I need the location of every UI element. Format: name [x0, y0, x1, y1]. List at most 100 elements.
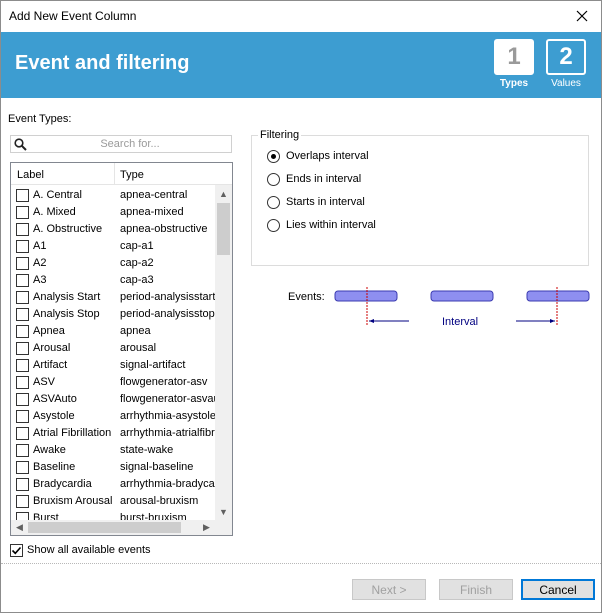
- event-checkbox[interactable]: [16, 444, 29, 457]
- list-item[interactable]: ASV flowgenerator-asv: [11, 374, 215, 391]
- step-types[interactable]: 1 Types: [494, 39, 534, 89]
- event-type: burst-bruxism: [120, 512, 187, 520]
- list-header: Label Type: [11, 163, 232, 185]
- event-label: Burst: [33, 512, 59, 520]
- event-checkbox[interactable]: [16, 342, 29, 355]
- event-label: Apnea: [33, 325, 65, 337]
- radio-label: Overlaps interval: [286, 150, 369, 162]
- list-item[interactable]: Baseline signal-baseline: [11, 459, 215, 476]
- list-item[interactable]: A3 cap-a3: [11, 272, 215, 289]
- close-button[interactable]: [569, 4, 595, 28]
- search-icon: [14, 138, 27, 151]
- list-item[interactable]: Arousal arousal: [11, 340, 215, 357]
- list-item[interactable]: Artifact signal-artifact: [11, 357, 215, 374]
- step-label: Values: [551, 78, 581, 89]
- list-item[interactable]: A. Central apnea-central: [11, 187, 215, 204]
- event-checkbox[interactable]: [16, 257, 29, 270]
- event-checkbox[interactable]: [16, 274, 29, 287]
- scrollbar-corner: [215, 520, 232, 535]
- event-type: arousal-bruxism: [120, 495, 199, 507]
- event-type: apnea-obstructive: [120, 223, 208, 235]
- event-label: A. Central: [33, 189, 82, 201]
- list-item[interactable]: A. Mixed apnea-mixed: [11, 204, 215, 221]
- show-all-checkbox[interactable]: [10, 544, 23, 557]
- event-label: A1: [33, 240, 47, 252]
- event-label: Bradycardia: [33, 478, 92, 490]
- event-checkbox[interactable]: [16, 410, 29, 423]
- column-header-label[interactable]: Label: [17, 169, 44, 181]
- step-number: 2: [546, 39, 586, 75]
- event-checkbox[interactable]: [16, 478, 29, 491]
- event-checkbox[interactable]: [16, 206, 29, 219]
- list-item[interactable]: Analysis Stop period-analysisstop: [11, 306, 215, 323]
- event-checkbox[interactable]: [16, 495, 29, 508]
- close-icon: [576, 10, 588, 22]
- list-item[interactable]: A1 cap-a1: [11, 238, 215, 255]
- event-checkbox[interactable]: [16, 240, 29, 253]
- event-label: A. Obstructive: [33, 223, 103, 235]
- radio-button[interactable]: [267, 173, 280, 186]
- scroll-right-icon[interactable]: ▶: [198, 520, 215, 535]
- event-checkbox[interactable]: [16, 512, 29, 520]
- list-item[interactable]: Asystole arrhythmia-asystole: [11, 408, 215, 425]
- list-item[interactable]: Bruxism Arousal arousal-bruxism: [11, 493, 215, 510]
- event-label: A. Mixed: [33, 206, 76, 218]
- events-label: Events:: [288, 291, 325, 303]
- event-checkbox[interactable]: [16, 393, 29, 406]
- column-separator[interactable]: [114, 163, 115, 185]
- scroll-thumb[interactable]: [217, 203, 230, 255]
- scroll-down-icon[interactable]: ▼: [215, 503, 232, 520]
- event-label: Artifact: [33, 359, 68, 371]
- footer-divider: [1, 563, 601, 564]
- vertical-scrollbar[interactable]: ▲ ▼: [215, 185, 232, 520]
- list-item[interactable]: Burst burst-bruxism: [11, 510, 215, 520]
- list-item[interactable]: Awake state-wake: [11, 442, 215, 459]
- scroll-thumb[interactable]: [28, 522, 181, 533]
- radio-label: Ends in interval: [286, 173, 362, 185]
- event-checkbox[interactable]: [16, 189, 29, 202]
- list-item[interactable]: Atrial Fibrillation arrhythmia-atrialfibr…: [11, 425, 215, 442]
- list-item[interactable]: ASVAuto flowgenerator-asvauto: [11, 391, 215, 408]
- scroll-left-icon[interactable]: ◀: [11, 520, 28, 535]
- event-label: Arousal: [33, 342, 71, 354]
- list-item[interactable]: Analysis Start period-analysisstart: [11, 289, 215, 306]
- radio-button[interactable]: [267, 196, 280, 209]
- cancel-button[interactable]: Cancel: [521, 579, 595, 600]
- event-checkbox[interactable]: [16, 359, 29, 372]
- event-checkbox[interactable]: [16, 461, 29, 474]
- event-type: cap-a3: [120, 274, 154, 286]
- event-label: ASVAuto: [33, 393, 77, 405]
- event-checkbox[interactable]: [16, 427, 29, 440]
- event-type: signal-baseline: [120, 461, 194, 473]
- event-bar: [526, 290, 590, 302]
- dialog-window: Add New Event Column Event and filtering…: [0, 0, 602, 613]
- event-types-list[interactable]: Label Type A. Central apnea-central A. Mix…: [10, 162, 233, 536]
- search-box[interactable]: [10, 135, 232, 153]
- step-values[interactable]: 2 Values: [546, 39, 586, 89]
- radio-button[interactable]: [267, 219, 280, 232]
- title-bar: Add New Event Column: [1, 1, 601, 32]
- radio-button[interactable]: [267, 150, 280, 163]
- arrowhead-left-icon: [369, 319, 374, 323]
- event-bar: [430, 290, 494, 302]
- scroll-up-icon[interactable]: ▲: [215, 185, 232, 202]
- wizard-heading: Event and filtering: [15, 52, 190, 74]
- list-item[interactable]: Bradycardia arrhythmia-bradycardia: [11, 476, 215, 493]
- event-label: ASV: [33, 376, 56, 388]
- interval-diagram: Interval: [334, 287, 590, 328]
- next-button[interactable]: Next >: [352, 579, 426, 600]
- event-checkbox[interactable]: [16, 325, 29, 338]
- list-item[interactable]: A2 cap-a2: [11, 255, 215, 272]
- event-checkbox[interactable]: [16, 223, 29, 236]
- event-label: A3: [33, 274, 47, 286]
- finish-button[interactable]: Finish: [439, 579, 513, 600]
- event-checkbox[interactable]: [16, 291, 29, 304]
- event-checkbox[interactable]: [16, 308, 29, 321]
- event-checkbox[interactable]: [16, 376, 29, 389]
- column-header-type[interactable]: Type: [120, 169, 144, 181]
- search-input[interactable]: [31, 136, 229, 152]
- horizontal-scrollbar[interactable]: ◀ ▶: [11, 520, 215, 535]
- list-item[interactable]: A. Obstructive apnea-obstructive: [11, 221, 215, 238]
- list-item[interactable]: Apnea apnea: [11, 323, 215, 340]
- event-type: apnea: [120, 325, 151, 337]
